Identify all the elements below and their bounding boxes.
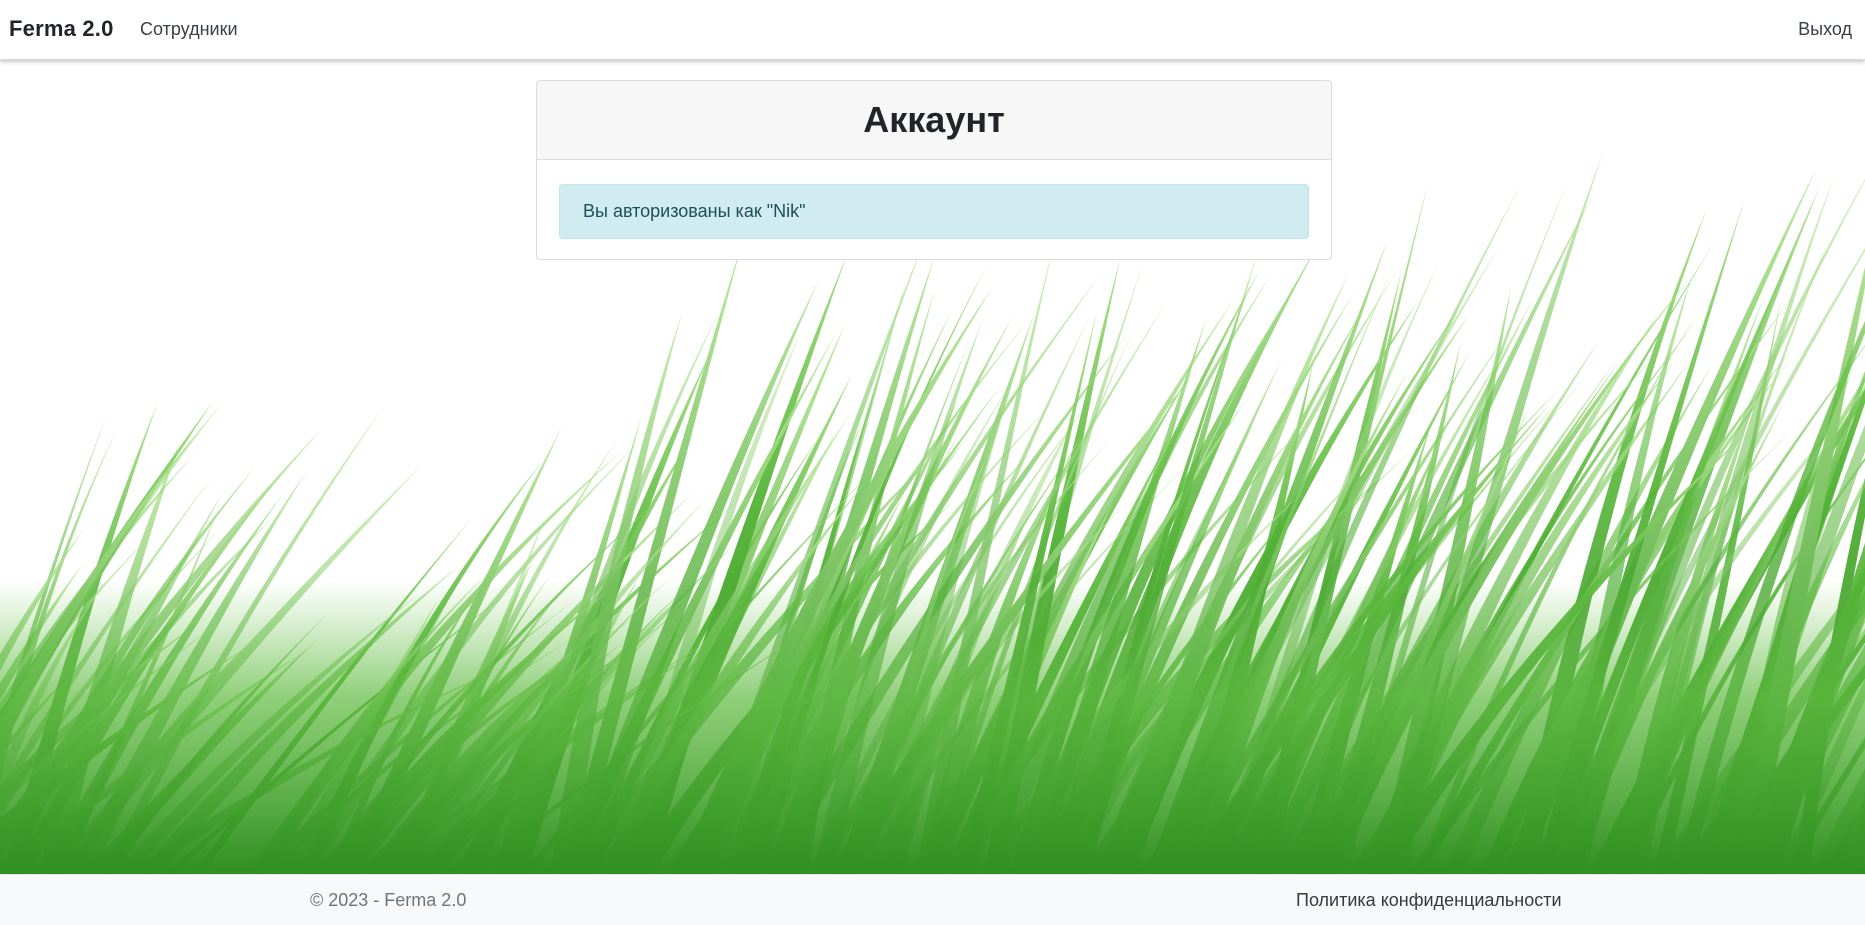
footer: © 2023 - Ferma 2.0 Политика конфиденциал…: [0, 874, 1865, 925]
top-navbar: Ferma 2.0 Сотрудники Выход: [0, 0, 1865, 60]
page-title: Аккаунт: [863, 99, 1005, 140]
privacy-policy-link[interactable]: Политика конфиденциальности: [1296, 890, 1562, 911]
info-alert: Вы авторизованы как "Nik": [559, 184, 1309, 239]
nav-link-employees[interactable]: Сотрудники: [140, 19, 238, 40]
nav-link-logout[interactable]: Выход: [1798, 19, 1852, 40]
page: Ferma 2.0 Сотрудники Выход Аккаунт Вы ав…: [0, 0, 1865, 925]
copyright-text: © 2023 - Ferma 2.0: [310, 890, 467, 910]
card-header: Аккаунт: [537, 81, 1331, 160]
brand-link[interactable]: Ferma 2.0: [9, 16, 114, 42]
account-card: Аккаунт Вы авторизованы как "Nik": [536, 80, 1332, 260]
